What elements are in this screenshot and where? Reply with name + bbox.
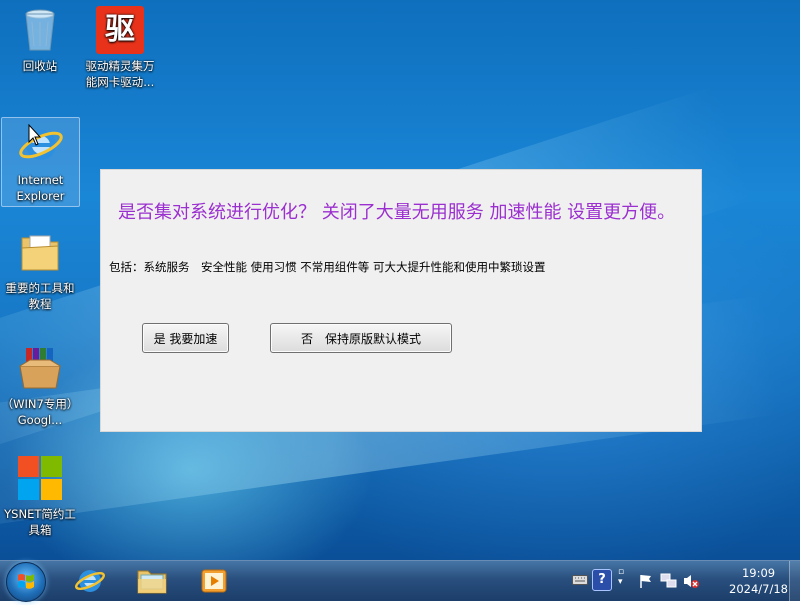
desktop-icon-drivers-genius[interactable]: 驱 驱动精灵集万能网卡驱动... <box>80 6 160 90</box>
network-icon[interactable] <box>660 573 678 589</box>
mouse-cursor-icon <box>28 124 42 146</box>
windows-logo-icon <box>16 454 64 502</box>
icon-label: （WIN7专用）Googl... <box>1 397 79 427</box>
no-keep-default-button[interactable]: 否 保持原版默认模式 <box>270 323 452 353</box>
clock[interactable]: 19:09 2024/7/18 <box>729 565 788 597</box>
show-desktop-button[interactable] <box>789 561 800 601</box>
desktop: 回收站 驱 驱动精灵集万能网卡驱动... Internet Explorer 重… <box>0 0 800 560</box>
recycle-bin-icon <box>16 6 64 54</box>
dialog-info: 包括：系统服务 安全性能 使用习惯 不常用组件等 可大大提升性能和使用中繁琐设置 <box>109 260 546 274</box>
desktop-icon-important-tools[interactable]: 重要的工具和教程 <box>0 228 80 312</box>
drivers-genius-glyph: 驱 <box>105 12 135 47</box>
package-box-icon <box>16 344 64 392</box>
help-icon[interactable]: ? <box>592 569 612 591</box>
tray-expand-icon[interactable]: ▫ ▾ <box>618 567 624 587</box>
taskbar: ? ▫ ▾ 19:09 2024/7/18 <box>0 560 800 602</box>
desktop-icon-google-chrome[interactable]: （WIN7专用）Googl... <box>0 344 80 428</box>
folder-icon <box>137 570 167 594</box>
media-player-icon <box>201 569 227 593</box>
volume-muted-icon[interactable] <box>682 573 700 589</box>
system-tray: ? ▫ ▾ <box>570 561 700 601</box>
windows-flag-icon <box>18 574 34 589</box>
folder-icon <box>16 228 64 276</box>
desktop-icon-recycle-bin[interactable]: 回收站 <box>0 6 80 74</box>
taskbar-internet-explorer[interactable] <box>62 563 118 599</box>
taskbar-file-explorer[interactable] <box>124 563 180 599</box>
drivers-genius-icon: 驱 <box>96 6 144 54</box>
icon-label: 驱动精灵集万能网卡驱动... <box>85 59 155 89</box>
yes-accelerate-button[interactable]: 是 我要加速 <box>142 323 229 353</box>
optimize-dialog: 是否集对系统进行优化？ 关闭了大量无用服务 加速性能 设置更方便。 包括：系统服… <box>100 169 702 432</box>
icon-label: 重要的工具和教程 <box>5 281 75 311</box>
icon-label: Internet Explorer <box>16 173 65 203</box>
action-center-flag-icon[interactable] <box>638 573 654 589</box>
clock-time: 19:09 <box>741 566 776 580</box>
taskbar-media-player[interactable] <box>186 563 242 599</box>
icon-label: YSNET简约工具箱 <box>4 507 76 537</box>
internet-explorer-icon <box>74 570 106 592</box>
keyboard-icon[interactable] <box>572 574 588 586</box>
clock-date: 2024/7/18 <box>729 582 788 596</box>
icon-label: 回收站 <box>22 59 58 73</box>
dialog-title: 是否集对系统进行优化？ 关闭了大量无用服务 加速性能 设置更方便。 <box>118 202 676 223</box>
start-button[interactable] <box>6 562 46 602</box>
desktop-icon-ysnet-toolbox[interactable]: YSNET简约工具箱 <box>0 454 80 538</box>
